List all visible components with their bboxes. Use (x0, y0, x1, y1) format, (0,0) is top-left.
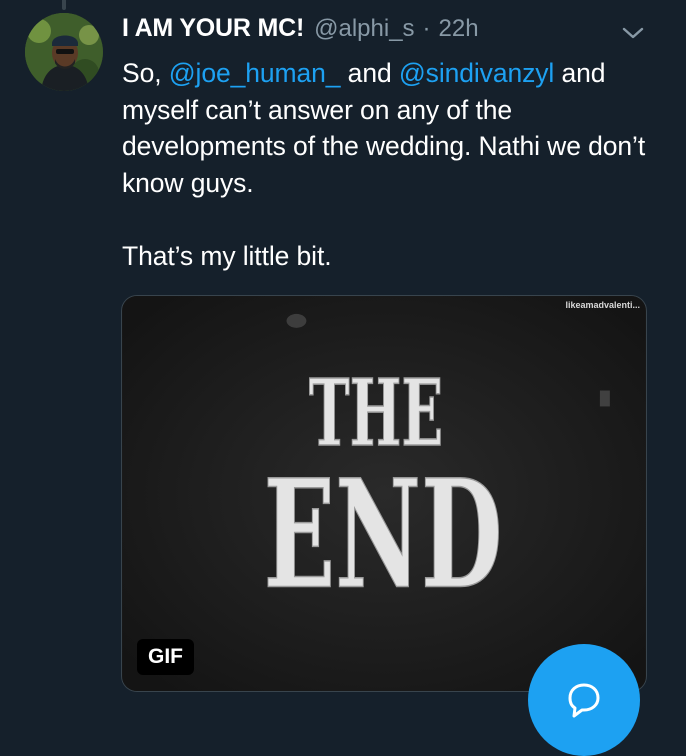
mention-link[interactable]: @joe_human_ (169, 58, 341, 88)
timestamp[interactable]: 22h (439, 15, 479, 43)
gif-frame-image: THE END (122, 296, 646, 691)
compose-reply-button[interactable] (528, 644, 640, 756)
tweet-text-prefix: So, (122, 58, 169, 88)
tweet-header: I AM YOUR MC! @alphi_s · 22h (122, 14, 479, 48)
chevron-down-icon[interactable] (620, 24, 646, 42)
tweet-text-mid: and (340, 58, 399, 88)
reply-bubble-icon (568, 683, 600, 718)
gif-badge: GIF (137, 639, 194, 675)
header-separator: · (422, 15, 431, 42)
avatar-image (25, 13, 103, 91)
gif-art-line-2: END (264, 448, 503, 623)
gif-media[interactable]: THE END likeamadvalenti... GIF (121, 295, 647, 692)
gif-watermark: likeamadvalenti... (565, 300, 640, 310)
tweet-paragraph-2: That’s my little bit. (122, 240, 332, 271)
user-handle[interactable]: @alphi_s (314, 15, 414, 43)
tweet-paragraph-1: So, @joe_human_ and @sindivanzyl and mys… (122, 55, 662, 201)
tweet-text: So, @joe_human_ and @sindivanzyl and mys… (122, 55, 662, 274)
thread-connector-line (62, 0, 66, 10)
display-name[interactable]: I AM YOUR MC! (122, 14, 304, 43)
avatar[interactable] (25, 13, 103, 91)
mention-link[interactable]: @sindivanzyl (399, 58, 554, 88)
